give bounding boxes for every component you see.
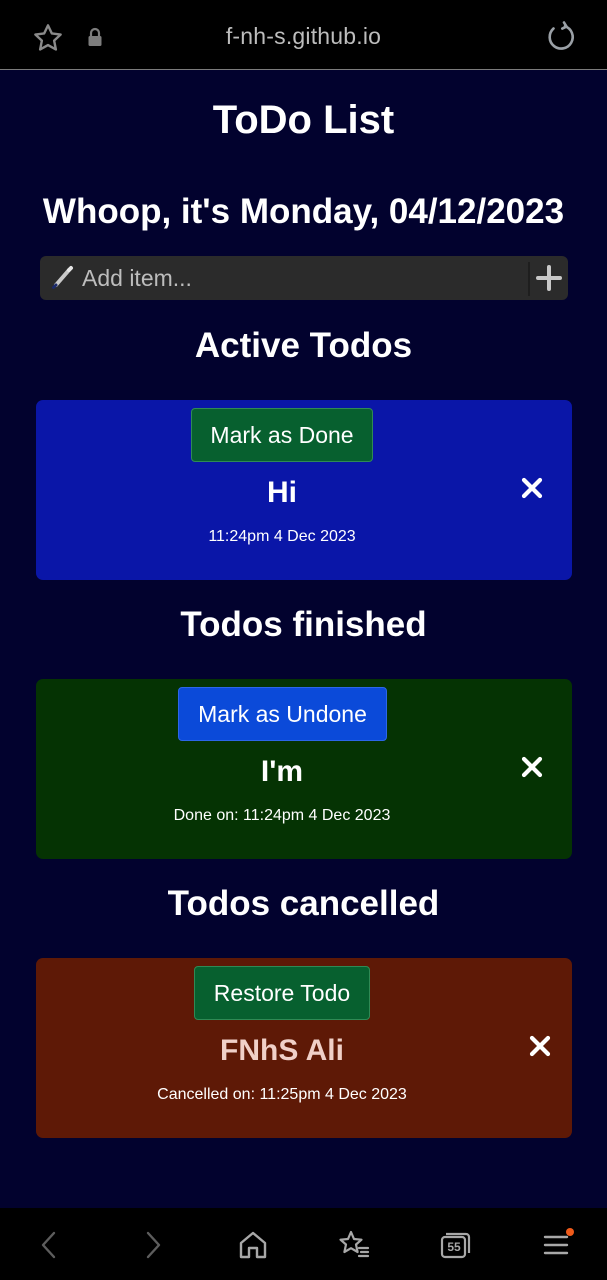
browser-top-bar: f-nh-s.github.io (0, 0, 607, 70)
close-icon[interactable] (521, 756, 543, 778)
pencil-icon (52, 266, 73, 289)
forward-icon[interactable] (136, 1228, 170, 1262)
home-icon[interactable] (236, 1228, 270, 1262)
add-item-bar (40, 256, 568, 300)
tabs-button[interactable]: 55 (438, 1228, 472, 1262)
finished-todos-heading: Todos finished (180, 605, 427, 644)
browser-bottom-bar: 55 (0, 1208, 607, 1280)
todo-text: Hi (267, 476, 297, 509)
finished-todo-card: Mark as Undone I'm Done on: 11:24pm 4 De… (36, 679, 572, 859)
menu-button[interactable] (540, 1228, 574, 1262)
active-todo-card: Mark as Done Hi 11:24pm 4 Dec 2023 (36, 400, 572, 580)
tab-count: 55 (447, 1240, 461, 1254)
todo-timestamp: 11:24pm 4 Dec 2023 (208, 528, 356, 545)
back-icon[interactable] (32, 1228, 66, 1262)
mark-as-done-button[interactable]: Mark as Done (191, 408, 373, 462)
cancelled-todo-card: Restore Todo FNhS Ali Cancelled on: 11:2… (36, 958, 572, 1138)
add-item-input[interactable] (82, 256, 526, 300)
reload-icon[interactable] (543, 20, 577, 54)
todo-text: I'm (260, 755, 304, 788)
todo-text: FNhS Ali (220, 1034, 344, 1067)
active-todos-heading: Active Todos (194, 326, 413, 365)
page-title: ToDo List (212, 98, 395, 142)
date-greeting: Whoop, it's Monday, 04/12/2023 (42, 192, 565, 231)
todo-timestamp: Done on: 11:24pm 4 Dec 2023 (173, 807, 391, 824)
close-icon[interactable] (529, 1035, 551, 1057)
menu-icon (543, 1228, 574, 1255)
todo-timestamp: Cancelled on: 11:25pm 4 Dec 2023 (157, 1086, 407, 1103)
plus-icon (536, 265, 562, 291)
cancelled-todos-heading: Todos cancelled (167, 884, 440, 923)
mark-as-undone-button[interactable]: Mark as Undone (178, 687, 387, 741)
bookmarks-icon[interactable] (337, 1228, 371, 1262)
url-text[interactable]: f-nh-s.github.io (0, 23, 607, 50)
restore-todo-button[interactable]: Restore Todo (194, 966, 370, 1020)
close-icon[interactable] (521, 477, 543, 499)
add-item-button[interactable] (530, 256, 568, 300)
